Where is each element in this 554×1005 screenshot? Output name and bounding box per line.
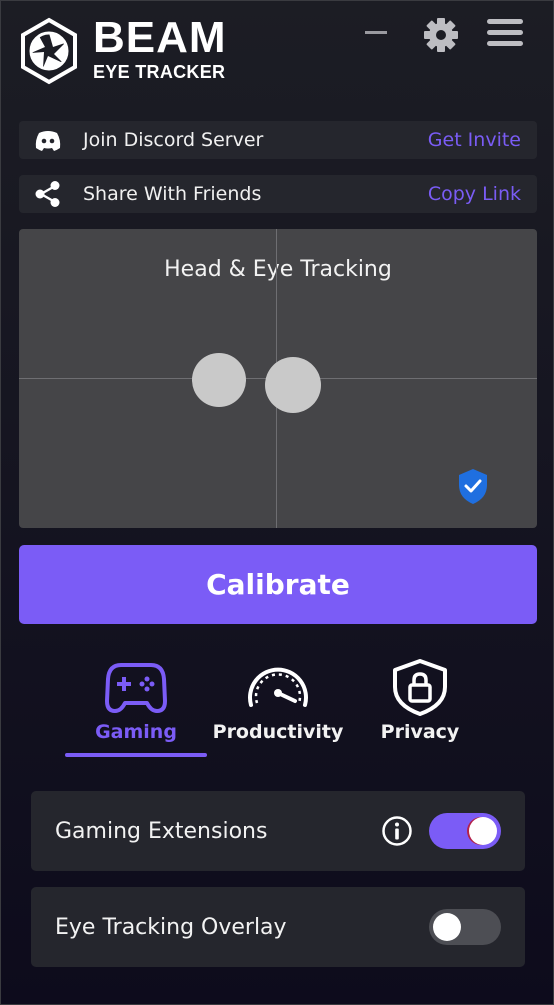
eye-tracking-overlay-toggle[interactable] <box>429 909 501 945</box>
gear-icon[interactable] <box>421 15 461 55</box>
calibrate-button[interactable]: Calibrate <box>19 545 537 624</box>
brand-subtitle: EYE TRACKER <box>93 62 226 82</box>
brand: BEAM EYE TRACKER <box>93 15 227 83</box>
share-row: Share With Friends Copy Link <box>19 175 537 213</box>
toggle-knob <box>433 913 461 941</box>
gaming-extensions-label: Gaming Extensions <box>55 818 268 844</box>
tab-gaming-label: Gaming <box>95 721 177 743</box>
discord-row: Join Discord Server Get Invite <box>19 121 537 159</box>
toggle-knob <box>469 817 497 845</box>
tab-gaming[interactable]: Gaming <box>65 657 207 757</box>
gaming-extensions-card: Gaming Extensions <box>31 791 525 871</box>
gaming-extensions-toggle[interactable] <box>429 813 501 849</box>
tracking-title: Head & Eye Tracking <box>164 257 392 282</box>
tab-privacy-label: Privacy <box>380 721 460 743</box>
eye-tracking-overlay-card: Eye Tracking Overlay <box>31 887 525 967</box>
gamepad-icon <box>105 663 167 713</box>
brand-name: BEAM <box>93 13 227 62</box>
discord-icon <box>35 131 61 151</box>
share-icon <box>35 181 60 207</box>
app-window: BEAM EYE TRACKER Join Discord Server Get… <box>0 0 554 1005</box>
info-icon[interactable] <box>381 815 413 847</box>
right-eye-marker <box>265 357 321 413</box>
tab-productivity-label: Productivity <box>212 721 344 743</box>
get-invite-link[interactable]: Get Invite <box>428 129 521 151</box>
shield-lock-icon <box>393 659 447 716</box>
tab-privacy[interactable]: Privacy <box>349 657 491 757</box>
speedometer-icon <box>248 667 308 707</box>
left-eye-marker <box>192 353 246 407</box>
shield-check-icon <box>459 469 487 504</box>
beam-logo-icon <box>21 17 77 85</box>
minimize-button[interactable] <box>365 31 387 34</box>
tracking-preview: Head & Eye Tracking <box>19 229 537 528</box>
eye-tracking-overlay-label: Eye Tracking Overlay <box>55 914 287 940</box>
discord-label: Join Discord Server <box>83 129 264 151</box>
share-label: Share With Friends <box>83 183 262 205</box>
tab-productivity[interactable]: Productivity <box>207 657 349 757</box>
active-tab-indicator <box>65 753 207 757</box>
copy-link-button[interactable]: Copy Link <box>428 183 521 205</box>
menu-icon[interactable] <box>485 15 525 55</box>
